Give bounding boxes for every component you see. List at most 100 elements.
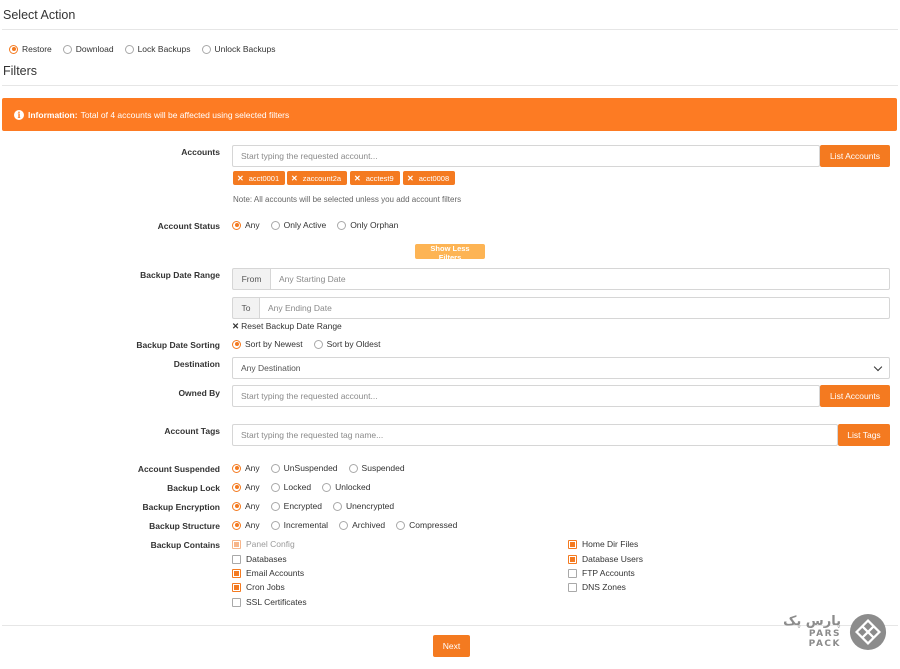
divider — [2, 625, 898, 626]
information-text: Total of 4 accounts will be affected usi… — [80, 109, 290, 120]
owned-by-input[interactable] — [232, 385, 820, 407]
owned-by-list-accounts-button[interactable]: List Accounts — [820, 385, 890, 407]
radio-indicator — [232, 220, 241, 230]
divider — [2, 85, 898, 86]
backup-lock-options: Any Locked Unlocked — [232, 482, 382, 492]
database-users-checkbox[interactable]: Database Users — [568, 554, 643, 564]
list-tags-button[interactable]: List Tags — [838, 424, 890, 446]
information-banner: i Information: Total of 4 accounts will … — [2, 98, 897, 131]
destination-select[interactable]: Any Destination — [232, 357, 890, 379]
checkbox-label: Panel Config — [246, 539, 295, 549]
account-tags-label: Account Tags — [164, 426, 220, 436]
backup-date-sorting-label: Backup Date Sorting — [136, 340, 220, 350]
to-addon: To — [232, 297, 259, 319]
unlocked-radio[interactable]: Unlocked — [322, 482, 371, 492]
destination-value: Any Destination — [241, 363, 301, 373]
lock-any-radio[interactable]: Any — [232, 482, 260, 492]
starting-date-input[interactable] — [270, 268, 890, 290]
option-label: Incremental — [283, 520, 329, 530]
radio-indicator — [348, 463, 358, 473]
suspended-any-radio[interactable]: Any — [232, 463, 260, 473]
ending-date-input[interactable] — [259, 297, 890, 319]
action-lock-backups-radio[interactable]: Lock Backups — [124, 44, 191, 54]
structure-any-radio[interactable]: Any — [232, 520, 260, 530]
radio-indicator — [270, 463, 280, 473]
checkbox-label: FTP Accounts — [582, 568, 635, 578]
ssl-certificates-checkbox[interactable]: SSL Certificates — [232, 597, 307, 607]
checkbox-indicator — [232, 554, 241, 564]
backup-encryption-options: Any Encrypted Unencrypted — [232, 501, 405, 511]
action-unlock-backups-radio[interactable]: Unlock Backups — [201, 44, 275, 54]
accounts-search-input[interactable] — [232, 145, 820, 167]
logo-text-en: PARS PACK — [808, 629, 841, 649]
account-tag[interactable]: ✕ acct0001 — [233, 171, 286, 185]
date-sorting-options: Sort by Newest Sort by Oldest — [232, 339, 392, 349]
encrypted-radio[interactable]: Encrypted — [270, 501, 322, 511]
status-only-orphan-radio[interactable]: Only Orphan — [337, 220, 398, 230]
option-label: Encrypted — [283, 501, 322, 511]
email-accounts-checkbox[interactable]: Email Accounts — [232, 568, 304, 578]
account-tag[interactable]: ✕ acctest9 — [350, 171, 400, 185]
encryption-any-radio[interactable]: Any — [232, 501, 260, 511]
remove-tag-icon[interactable]: ✕ — [407, 174, 414, 183]
action-restore-radio[interactable]: Restore — [9, 44, 52, 54]
option-label: Any — [245, 220, 260, 230]
sort-newest-radio[interactable]: Sort by Newest — [232, 339, 303, 349]
action-download-radio[interactable]: Download — [62, 44, 114, 54]
show-less-filters-button[interactable]: Show Less Filters — [415, 244, 485, 262]
information-strong: Information: — [28, 109, 78, 120]
locked-radio[interactable]: Locked — [270, 482, 311, 492]
home-dir-files-checkbox[interactable]: Home Dir Files — [568, 539, 638, 549]
radio-indicator — [270, 501, 280, 511]
radio-indicator — [322, 482, 332, 492]
unencrypted-radio[interactable]: Unencrypted — [332, 501, 394, 511]
info-icon: i — [14, 109, 24, 120]
account-tag[interactable]: ✕ acct0008 — [403, 171, 456, 185]
list-accounts-button[interactable]: List Accounts — [820, 145, 890, 167]
option-label: Any — [245, 463, 260, 473]
radio-indicator — [124, 44, 134, 54]
owned-by-label: Owned By — [178, 388, 220, 398]
databases-checkbox[interactable]: Databases — [232, 554, 287, 564]
next-button[interactable]: Next — [433, 635, 470, 657]
reset-label: Reset Backup Date Range — [241, 321, 342, 331]
radio-indicator — [201, 44, 211, 54]
archived-radio[interactable]: Archived — [339, 520, 385, 530]
compressed-radio[interactable]: Compressed — [396, 520, 457, 530]
status-any-radio[interactable]: Any — [232, 220, 260, 230]
ftp-accounts-checkbox[interactable]: FTP Accounts — [568, 568, 635, 578]
sort-oldest-radio[interactable]: Sort by Oldest — [313, 339, 381, 349]
radio-indicator — [232, 339, 241, 349]
radio-indicator — [270, 482, 280, 492]
unsuspended-radio[interactable]: UnSuspended — [270, 463, 338, 473]
checkbox-indicator — [568, 582, 577, 592]
panel-config-checkbox[interactable]: Panel Config — [232, 539, 295, 549]
parspack-logo-icon — [849, 613, 887, 651]
account-tag[interactable]: ✕ zaccount2a — [287, 171, 348, 185]
account-status-label: Account Status — [157, 221, 220, 231]
checkbox-label: Home Dir Files — [582, 539, 639, 549]
chevron-down-icon — [873, 362, 883, 371]
checkbox-label: Cron Jobs — [246, 582, 285, 592]
remove-tag-icon[interactable]: ✕ — [354, 174, 361, 183]
remove-tag-icon[interactable]: ✕ — [237, 174, 244, 183]
remove-tag-icon[interactable]: ✕ — [291, 174, 298, 183]
account-suspended-options: Any UnSuspended Suspended — [232, 463, 416, 473]
radio-indicator — [396, 520, 406, 530]
destination-label: Destination — [173, 359, 220, 369]
cron-jobs-checkbox[interactable]: Cron Jobs — [232, 582, 285, 592]
radio-indicator — [232, 482, 241, 492]
dns-zones-checkbox[interactable]: DNS Zones — [568, 582, 626, 592]
status-only-active-radio[interactable]: Only Active — [270, 220, 327, 230]
checkbox-indicator — [232, 539, 241, 549]
divider — [2, 29, 898, 30]
account-tags-input[interactable] — [232, 424, 838, 446]
radio-indicator — [270, 220, 280, 230]
suspended-radio[interactable]: Suspended — [348, 463, 405, 473]
checkbox-indicator — [568, 568, 577, 578]
checkbox-label: Email Accounts — [246, 568, 305, 578]
reset-date-range-link[interactable]: ✕ Reset Backup Date Range — [232, 321, 342, 332]
incremental-radio[interactable]: Incremental — [270, 520, 329, 530]
option-label: Only Active — [283, 220, 327, 230]
logo-text-fa: پارس پک — [783, 614, 841, 629]
